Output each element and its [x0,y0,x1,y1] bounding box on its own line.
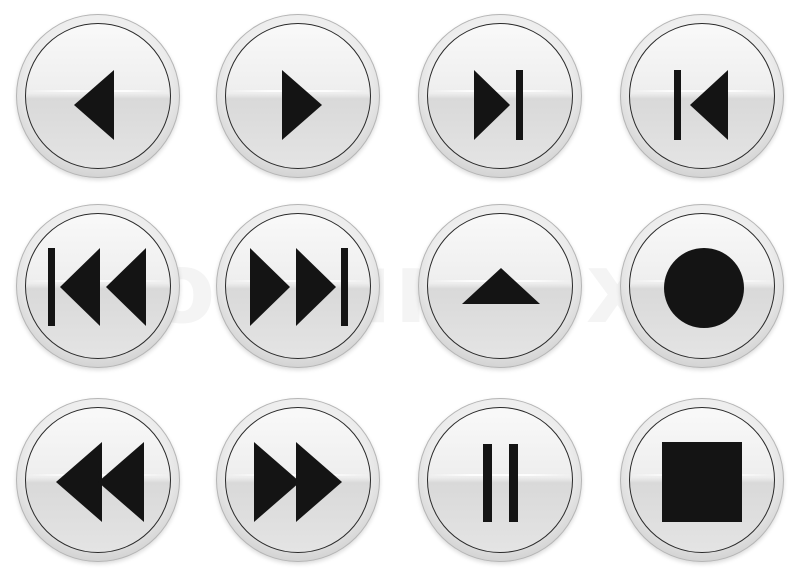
fast-forward-button[interactable] [216,398,380,562]
previous-icon [74,70,114,140]
rewind-icon [56,442,144,522]
play-button[interactable] [216,14,380,178]
skip-back-icon [48,248,146,326]
skip-forward-button[interactable] [216,204,380,368]
eject-icon [462,268,540,304]
skip-back-button[interactable] [16,204,180,368]
play-icon [282,70,322,140]
skip-to-end-icon [474,70,523,140]
pause-icon [483,444,518,522]
previous-button[interactable] [16,14,180,178]
stop-icon [662,442,742,522]
eject-button[interactable] [418,204,582,368]
fast-forward-icon [254,442,342,522]
skip-forward-icon [250,248,348,326]
record-button[interactable] [620,204,784,368]
skip-to-start-button[interactable] [620,14,784,178]
skip-to-end-button[interactable] [418,14,582,178]
pause-button[interactable] [418,398,582,562]
record-icon [664,248,744,328]
stop-button[interactable] [620,398,784,562]
rewind-button[interactable] [16,398,180,562]
skip-to-start-icon [674,70,728,140]
